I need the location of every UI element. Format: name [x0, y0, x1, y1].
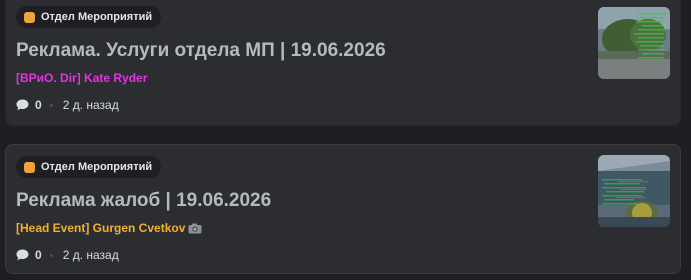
- separator-dot: [49, 253, 53, 257]
- post-author-name: [Head Event] Gurgen Cvetkov: [16, 221, 186, 235]
- post-time: 2 д. назад: [62, 248, 119, 262]
- forum-post-list: Отдел Мероприятий Реклама. Услуги отдела…: [0, 0, 691, 280]
- separator-dot: [49, 103, 53, 107]
- comment-count: 0: [35, 248, 42, 262]
- camera-icon: [188, 223, 202, 233]
- comment-bubble-icon: [16, 249, 29, 261]
- post-author: [ВРиО. Dir] Kate Ryder: [16, 71, 147, 85]
- forum-post-card[interactable]: Отдел Мероприятий Реклама. Услуги отдела…: [5, 0, 681, 126]
- post-tag-label: Отдел Мероприятий: [41, 161, 153, 173]
- post-time: 2 д. назад: [62, 98, 119, 112]
- comment-bubble-icon: [16, 99, 29, 111]
- post-title[interactable]: Реклама жалоб | 19.06.2026: [16, 190, 271, 212]
- thumbnail-image: [598, 7, 670, 79]
- post-tag-label: Отдел Мероприятий: [41, 11, 153, 23]
- forum-post-card[interactable]: Отдел Мероприятий Реклама жалоб | 19.06.…: [5, 144, 681, 274]
- photo-thumbnail[interactable]: [598, 7, 670, 79]
- comment-count: 0: [35, 98, 42, 112]
- post-meta: 0 2 д. назад: [16, 248, 119, 262]
- photo-thumbnail[interactable]: [598, 155, 670, 227]
- post-tag[interactable]: Отдел Мероприятий: [16, 156, 162, 178]
- post-meta: 0 2 д. назад: [16, 98, 119, 112]
- orange-square-icon: [24, 161, 35, 173]
- post-author-name: [ВРиО. Dir] Kate Ryder: [16, 71, 148, 85]
- thumbnail-image: [598, 155, 670, 227]
- orange-square-icon: [24, 11, 35, 23]
- post-tag[interactable]: Отдел Мероприятий: [16, 6, 162, 28]
- post-title[interactable]: Реклама. Услуги отдела МП | 19.06.2026: [16, 40, 386, 62]
- post-author: [Head Event] Gurgen Cvetkov: [16, 221, 202, 235]
